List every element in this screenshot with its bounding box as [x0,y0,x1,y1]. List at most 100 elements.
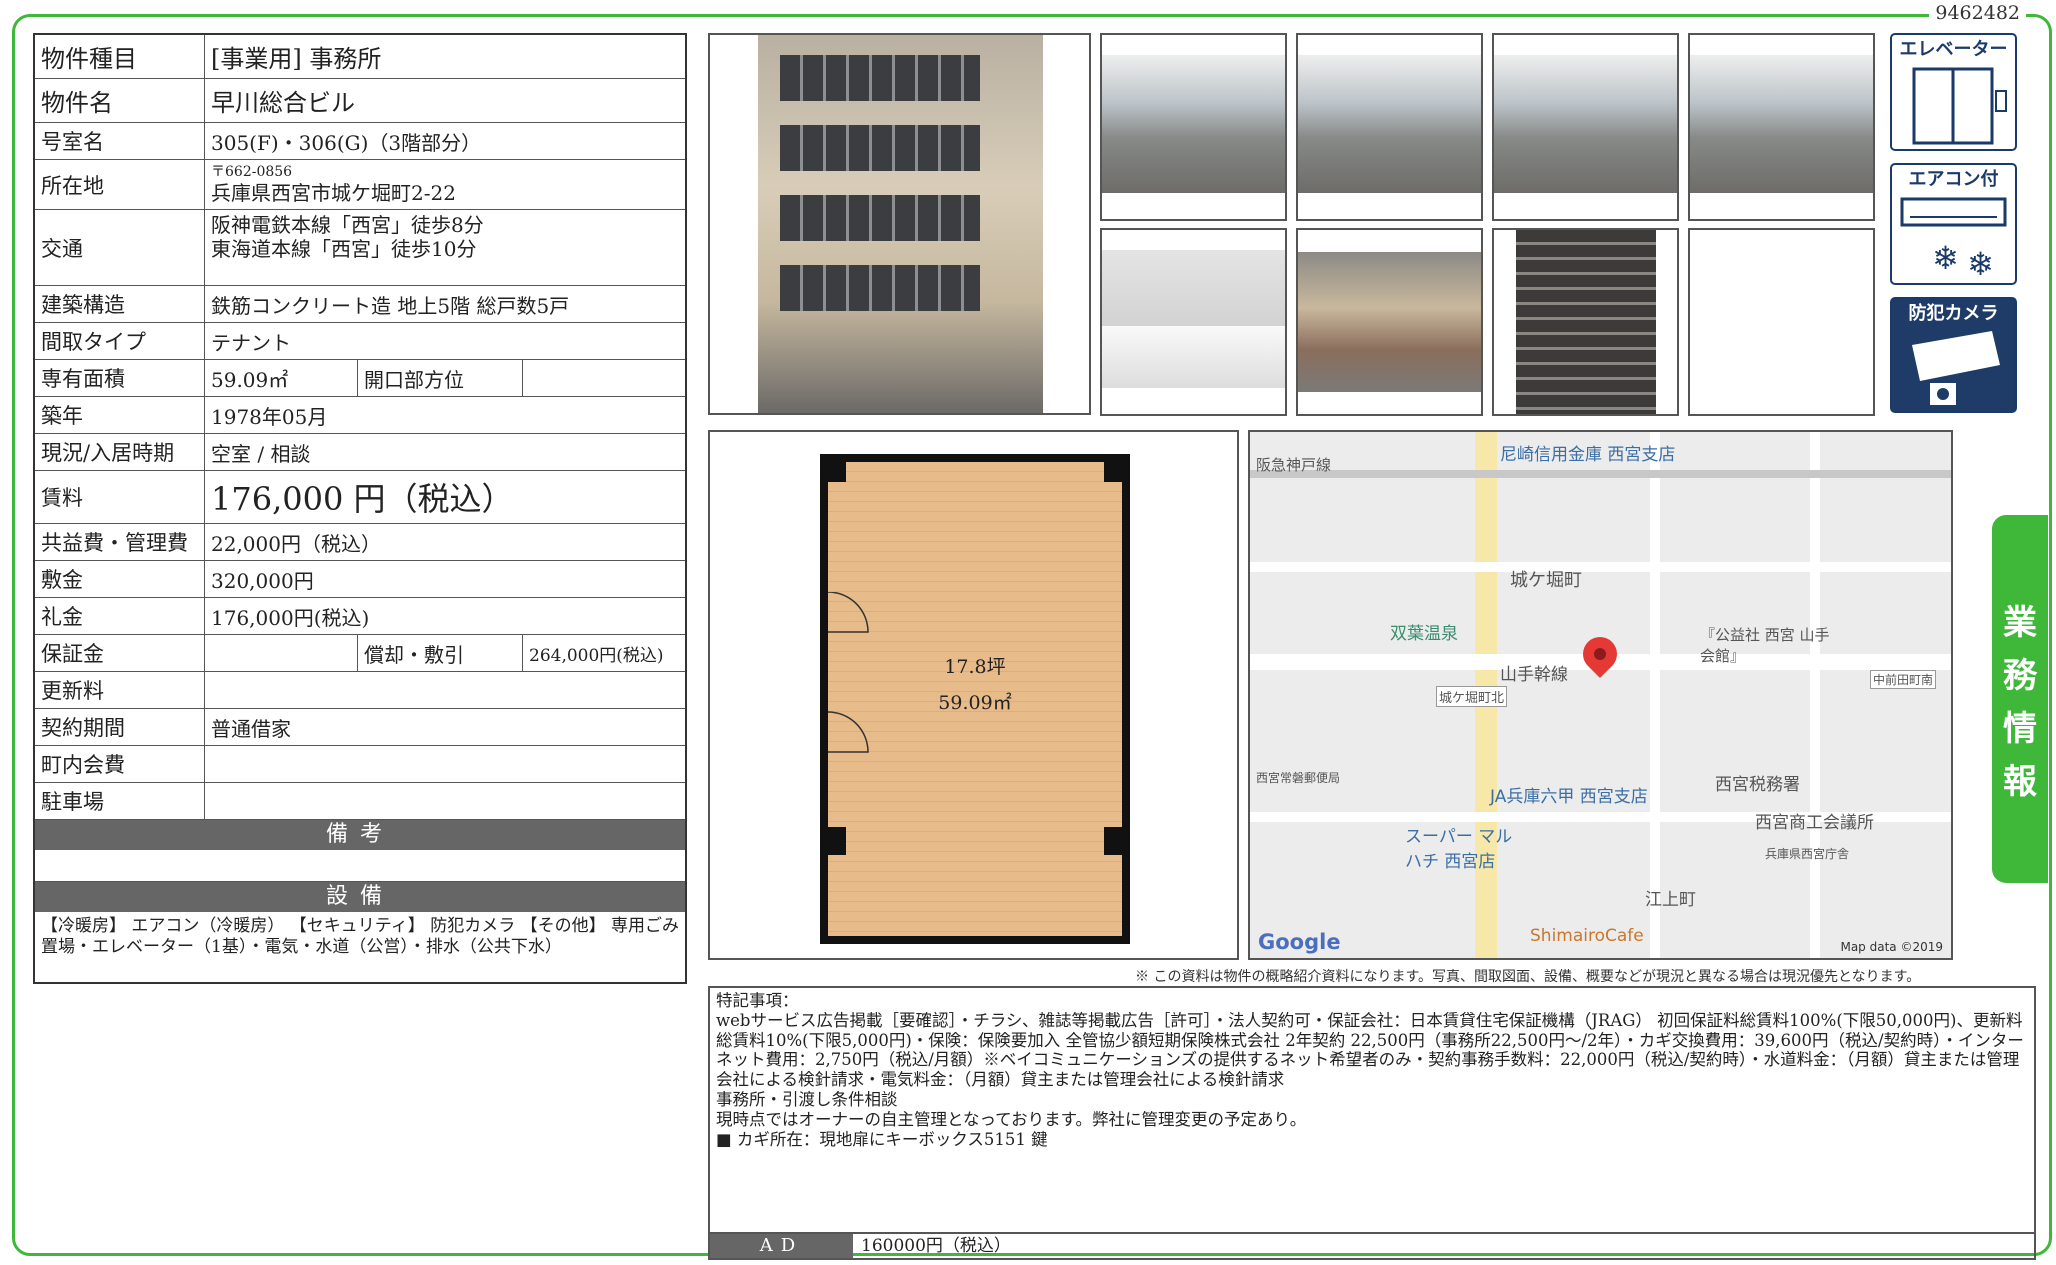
interior-image [1298,55,1481,193]
building-photo [708,33,1091,415]
map-label: 江上町 [1645,890,1696,910]
value-rent: 176,000 円（税込） [211,480,514,518]
value-parking [205,783,685,819]
row-common-fee: 共益費・管理費 22,000円（税込） [35,524,685,561]
special-notes-line: 事務所・引渡し条件相談 [716,1089,898,1109]
building-window-row [780,125,980,171]
mailbox-photo [1492,228,1679,416]
label-common-fee: 共益費・管理費 [35,524,205,560]
interior-photo-2 [1296,33,1483,221]
label-contract: 契約期間 [35,709,205,745]
side-tab-char: 務 [2003,656,2037,696]
special-notes: 特記事項： webサービス広告掲載［要確認］・チラシ、雑誌等掲載広告［許可］・法… [708,986,2036,1234]
access-line-1: 阪神電鉄本線「西宮」徒歩8分 [211,213,484,237]
map-label: 阪急神戸線 [1256,456,1332,474]
location-pin-icon[interactable] [1575,629,1625,679]
floor-plan-pillar [1104,827,1130,855]
location-map[interactable]: 阪急神戸線 尼崎信用金庫 西宮支店 城ケ堀町 双葉温泉 山手幹線 城ケ堀町北 『… [1248,430,1953,960]
label-property-type: 物件種目 [35,35,205,78]
row-property-name: 物件名 早川総合ビル [35,79,685,123]
zip-code: 〒662-0856 [211,164,293,181]
special-notes-line: ■ カギ所在：現地扉にキーボックス5151 鍵 [716,1129,1048,1149]
elevator-badge: エレベーター [1890,33,2017,151]
row-deposit: 敷金 320,000円 [35,561,685,598]
value-layout: テナント [211,330,291,355]
ad-value: 160000円（税込） [861,1236,1011,1256]
value-deposit: 320,000円 [211,568,314,593]
document-id: 9462482 [1929,2,2026,24]
aircon-badge-label: エアコン付 [1908,169,1999,190]
label-status: 現況/入居時期 [35,434,205,470]
map-label: 尼崎信用金庫 西宮支店 [1500,445,1676,465]
access-line-2: 東海道本線「西宮」徒歩10分 [211,237,477,261]
entrance-photo [1296,228,1483,416]
kitchen-photo [1100,228,1287,416]
label-renewal: 更新料 [35,672,205,708]
row-contract: 契約期間 普通借家 [35,709,685,746]
map-label: 兵庫県西宮庁舎 [1765,847,1850,861]
value-amortization: 264,000円(税込) [522,635,685,671]
map-road [1250,562,1951,572]
floor-plan-pillar [820,454,846,482]
value-town-fee [205,746,685,782]
label-rent: 賃料 [35,471,205,523]
label-built: 築年 [35,397,205,433]
interior-photo-1 [1100,33,1287,221]
ad-label: AD [710,1234,853,1258]
map-label: 双葉温泉 [1390,624,1458,644]
floor-plan-pillar [820,827,846,855]
map-road [1810,432,1820,958]
camera-badge-label: 防犯カメラ [1908,303,1999,324]
row-room: 号室名 305(F)・306(G)（3階部分） [35,123,685,160]
interior-image [1102,55,1285,193]
value-renewal [205,672,685,708]
value-area: 59.09㎡ [211,367,289,392]
interior-image [1690,55,1873,193]
business-info-tab[interactable]: 業 務 情 報 [1992,515,2048,883]
label-room: 号室名 [35,123,205,159]
special-notes-line: webサービス広告掲載［要確認］・チラシ、雑誌等掲載広告［許可］・法人契約可・保… [716,1010,2024,1090]
label-access: 交通 [35,210,205,285]
map-label: ShimairoCafe [1530,926,1644,946]
map-road [1650,432,1660,958]
label-address: 所在地 [35,160,205,209]
interior-photo-3 [1492,33,1679,221]
property-spec-table: 物件種目 [事業用] 事務所 物件名 早川総合ビル 号室名 305(F)・306… [33,33,687,984]
security-camera-icon [1912,331,2000,405]
side-tab-char: 報 [2003,762,2037,802]
value-room: 305(F)・306(G)（3階部分） [211,130,482,155]
remarks-header: 備考 [35,820,685,850]
security-camera-badge: 防犯カメラ [1890,297,2017,413]
row-key-money: 礼金 176,000円(税込) [35,598,685,635]
elevator-badge-label: エレベーター [1899,39,2008,60]
map-label: JA兵庫六甲 西宮支店 [1490,787,1648,807]
value-status: 空室 / 相談 [211,441,311,466]
empty-photo-slot [1688,228,1875,416]
row-address: 所在地 〒662-0856 兵庫県西宮市城ケ堀町2-22 [35,160,685,210]
equipment-body: 【冷暖房】 エアコン（冷暖房） 【セキュリティ】 防犯カメラ 【その他】 専用ご… [41,916,679,957]
special-notes-heading: 特記事項： [716,991,799,1010]
floor-plan: 17.8坪 59.09㎡ [708,430,1239,960]
map-label: 城ケ堀町北 [1436,686,1508,707]
value-built: 1978年05月 [211,404,328,429]
aircon-icon: ❄ ❄ [1900,197,2007,283]
map-label: 『公益社 西宮 山手会館』 [1700,626,1830,665]
label-key-money: 礼金 [35,598,205,634]
value-property-type: [事業用] 事務所 [211,45,382,73]
map-label: 西宮常磐郵便局 [1256,771,1341,785]
disclaimer-note: ※ この資料は物件の概略紹介資料になります。写真、間取図面、設備、概要などが現況… [1135,969,1921,985]
map-railway [1250,470,1951,478]
google-logo: Google [1258,930,1341,954]
row-structure: 建築構造 鉄筋コンクリート造 地上5階 総戸数5戸 [35,286,685,323]
row-built: 築年 1978年05月 [35,397,685,434]
row-status: 現況/入居時期 空室 / 相談 [35,434,685,471]
aircon-badge: エアコン付 ❄ ❄ [1890,163,2017,285]
value-contract: 普通借家 [211,716,291,741]
label-layout: 間取タイプ [35,323,205,359]
label-guarantee: 保証金 [35,635,205,671]
value-access: 阪神電鉄本線「西宮」徒歩8分 東海道本線「西宮」徒歩10分 [205,210,685,285]
value-property-name: 早川総合ビル [211,89,355,117]
row-layout: 間取タイプ テナント [35,323,685,360]
row-parking: 駐車場 [35,783,685,820]
floor-area-tsubo: 17.8坪 [944,656,1006,678]
